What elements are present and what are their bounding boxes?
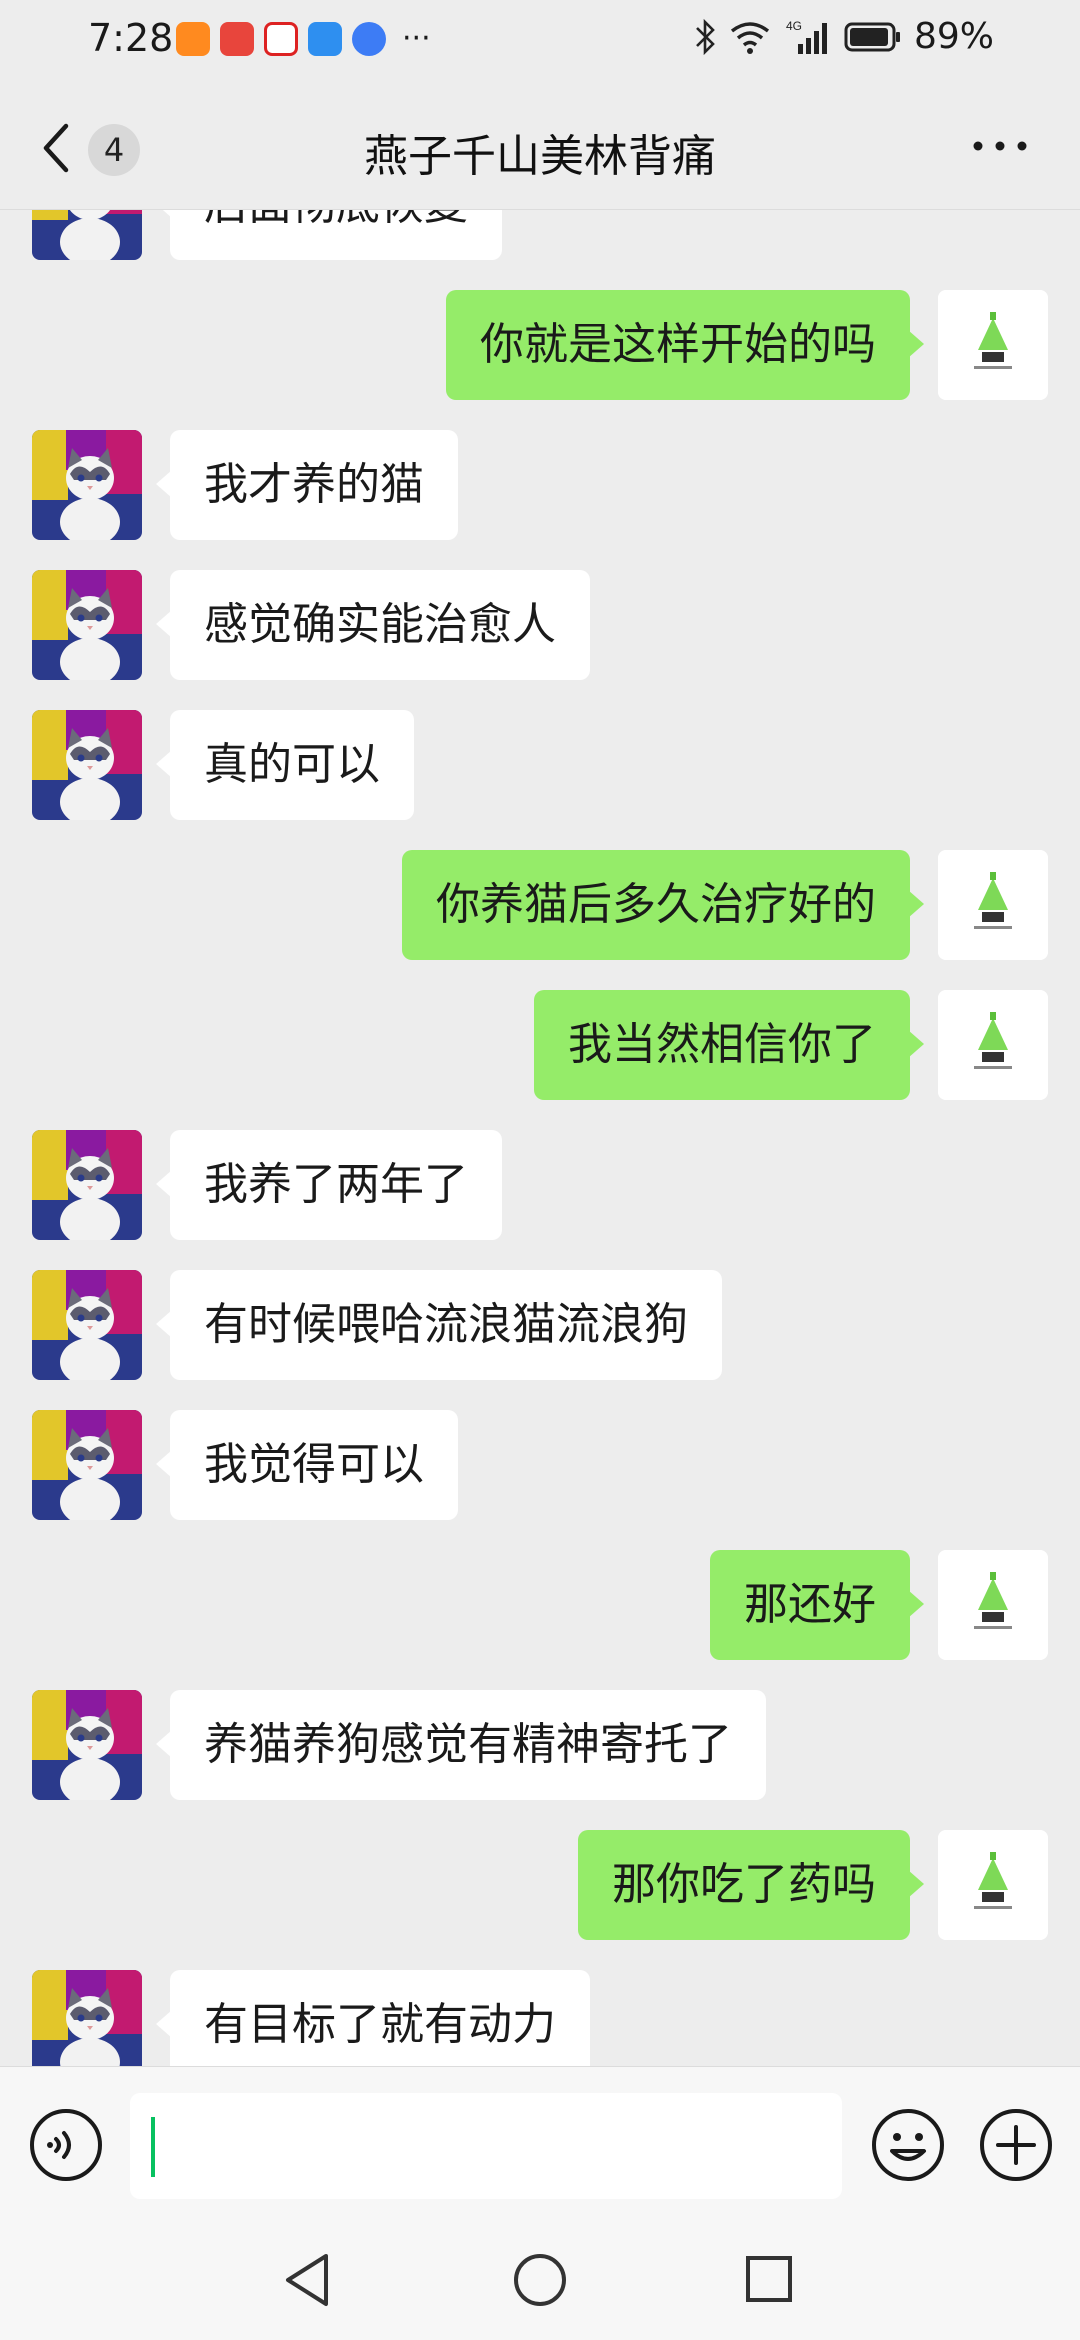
smiley-icon — [872, 2109, 944, 2181]
bluetooth-icon — [694, 18, 716, 56]
received-message-bubble[interactable]: 我才养的猫 — [156, 430, 458, 540]
message-row: 你就是这样开始的吗 — [0, 290, 1080, 400]
contact-avatar[interactable] — [32, 1270, 142, 1380]
contact-avatar[interactable] — [32, 430, 142, 540]
message-row: 我养了两年了 — [0, 1130, 1080, 1240]
input-bar — [0, 2066, 1080, 2222]
sent-message-bubble[interactable]: 我当然相信你了 — [534, 990, 924, 1100]
sent-message-bubble[interactable]: 你养猫后多久治疗好的 — [402, 850, 924, 960]
contact-avatar[interactable] — [32, 570, 142, 680]
more-dots-icon — [973, 141, 1027, 151]
received-message-bubble[interactable]: 有时候喂哈流浪猫流浪狗 — [156, 1270, 722, 1380]
nav-recents-button[interactable] — [744, 2254, 794, 2304]
my-avatar[interactable] — [938, 1830, 1048, 1940]
nav-home-button[interactable] — [512, 2252, 568, 2308]
more-options-button[interactable] — [972, 136, 1028, 156]
message-row: 你养猫后多久治疗好的 — [0, 850, 1080, 960]
sent-message-bubble[interactable]: 那你吃了药吗 — [578, 1830, 924, 1940]
more-notifications-icon: ··· — [402, 21, 431, 56]
my-avatar[interactable] — [938, 1550, 1048, 1660]
network-type: 4G — [786, 19, 802, 33]
notification-icons: ··· — [176, 22, 431, 56]
message-input[interactable] — [130, 2093, 842, 2199]
contact-avatar[interactable] — [32, 210, 142, 260]
message-row: 那你吃了药吗 — [0, 1830, 1080, 1940]
sent-message-bubble[interactable]: 你就是这样开始的吗 — [446, 290, 924, 400]
emoji-button[interactable] — [870, 2107, 946, 2183]
received-message-bubble[interactable]: 感觉确实能治愈人 — [156, 570, 590, 680]
square-recents-icon — [746, 2256, 792, 2302]
message-row: 我才养的猫 — [0, 430, 1080, 540]
message-row: 有目标了就有动力 — [0, 1970, 1080, 2066]
my-avatar[interactable] — [938, 850, 1048, 960]
received-message-bubble[interactable]: 养猫养狗感觉有精神寄托了 — [156, 1690, 766, 1800]
message-row: 后面彻底恢复 — [0, 210, 1080, 260]
voice-icon — [30, 2109, 102, 2181]
signal-icon: 4G — [784, 18, 832, 56]
chat-title: 燕子千山美林背痛 — [364, 131, 716, 182]
heart-app-icon — [264, 22, 298, 56]
message-row: 感觉确实能治愈人 — [0, 570, 1080, 680]
my-avatar[interactable] — [938, 290, 1048, 400]
nav-back-button[interactable] — [280, 2250, 336, 2310]
more-functions-button[interactable] — [978, 2107, 1054, 2183]
wifi-icon — [728, 19, 772, 55]
video-app-icon — [176, 22, 210, 56]
received-message-bubble[interactable]: 后面彻底恢复 — [156, 210, 502, 260]
plus-circle-icon — [980, 2109, 1052, 2181]
sent-message-bubble[interactable]: 那还好 — [710, 1550, 924, 1660]
text-caret — [151, 2117, 155, 2177]
contact-avatar[interactable] — [32, 1130, 142, 1240]
contact-avatar[interactable] — [32, 1410, 142, 1520]
contact-avatar[interactable] — [32, 1970, 142, 2066]
status-right: 4G 89% — [694, 16, 994, 57]
music-app-icon — [352, 22, 386, 56]
contact-avatar[interactable] — [32, 710, 142, 820]
status-time: 7:28 — [88, 16, 174, 60]
contact-avatar[interactable] — [32, 1690, 142, 1800]
received-message-bubble[interactable]: 真的可以 — [156, 710, 414, 820]
battery-percent: 89% — [913, 16, 994, 57]
status-bar: 7:28 ··· 4G 89% — [0, 0, 1080, 84]
triangle-back-icon — [286, 2254, 328, 2306]
circle-home-icon — [514, 2254, 566, 2306]
message-row: 真的可以 — [0, 710, 1080, 820]
received-message-bubble[interactable]: 我养了两年了 — [156, 1130, 502, 1240]
battery-icon — [844, 21, 902, 53]
chat-header: 4 燕子千山美林背痛 — [0, 84, 1080, 210]
system-nav-bar — [0, 2222, 1080, 2340]
message-row: 有时候喂哈流浪猫流浪狗 — [0, 1270, 1080, 1380]
cloud-app-icon — [308, 22, 342, 56]
message-list[interactable]: 后面彻底恢复你就是这样开始的吗我才养的猫感觉确实能治愈人真的可以你养猫后多久治疗… — [0, 210, 1080, 2066]
my-avatar[interactable] — [938, 990, 1048, 1100]
book-app-icon — [220, 22, 254, 56]
message-row: 那还好 — [0, 1550, 1080, 1660]
message-row: 我当然相信你了 — [0, 990, 1080, 1100]
message-row: 养猫养狗感觉有精神寄托了 — [0, 1690, 1080, 1800]
received-message-bubble[interactable]: 有目标了就有动力 — [156, 1970, 590, 2066]
message-row: 我觉得可以 — [0, 1410, 1080, 1520]
received-message-bubble[interactable]: 我觉得可以 — [156, 1410, 458, 1520]
voice-input-button[interactable] — [28, 2107, 104, 2183]
